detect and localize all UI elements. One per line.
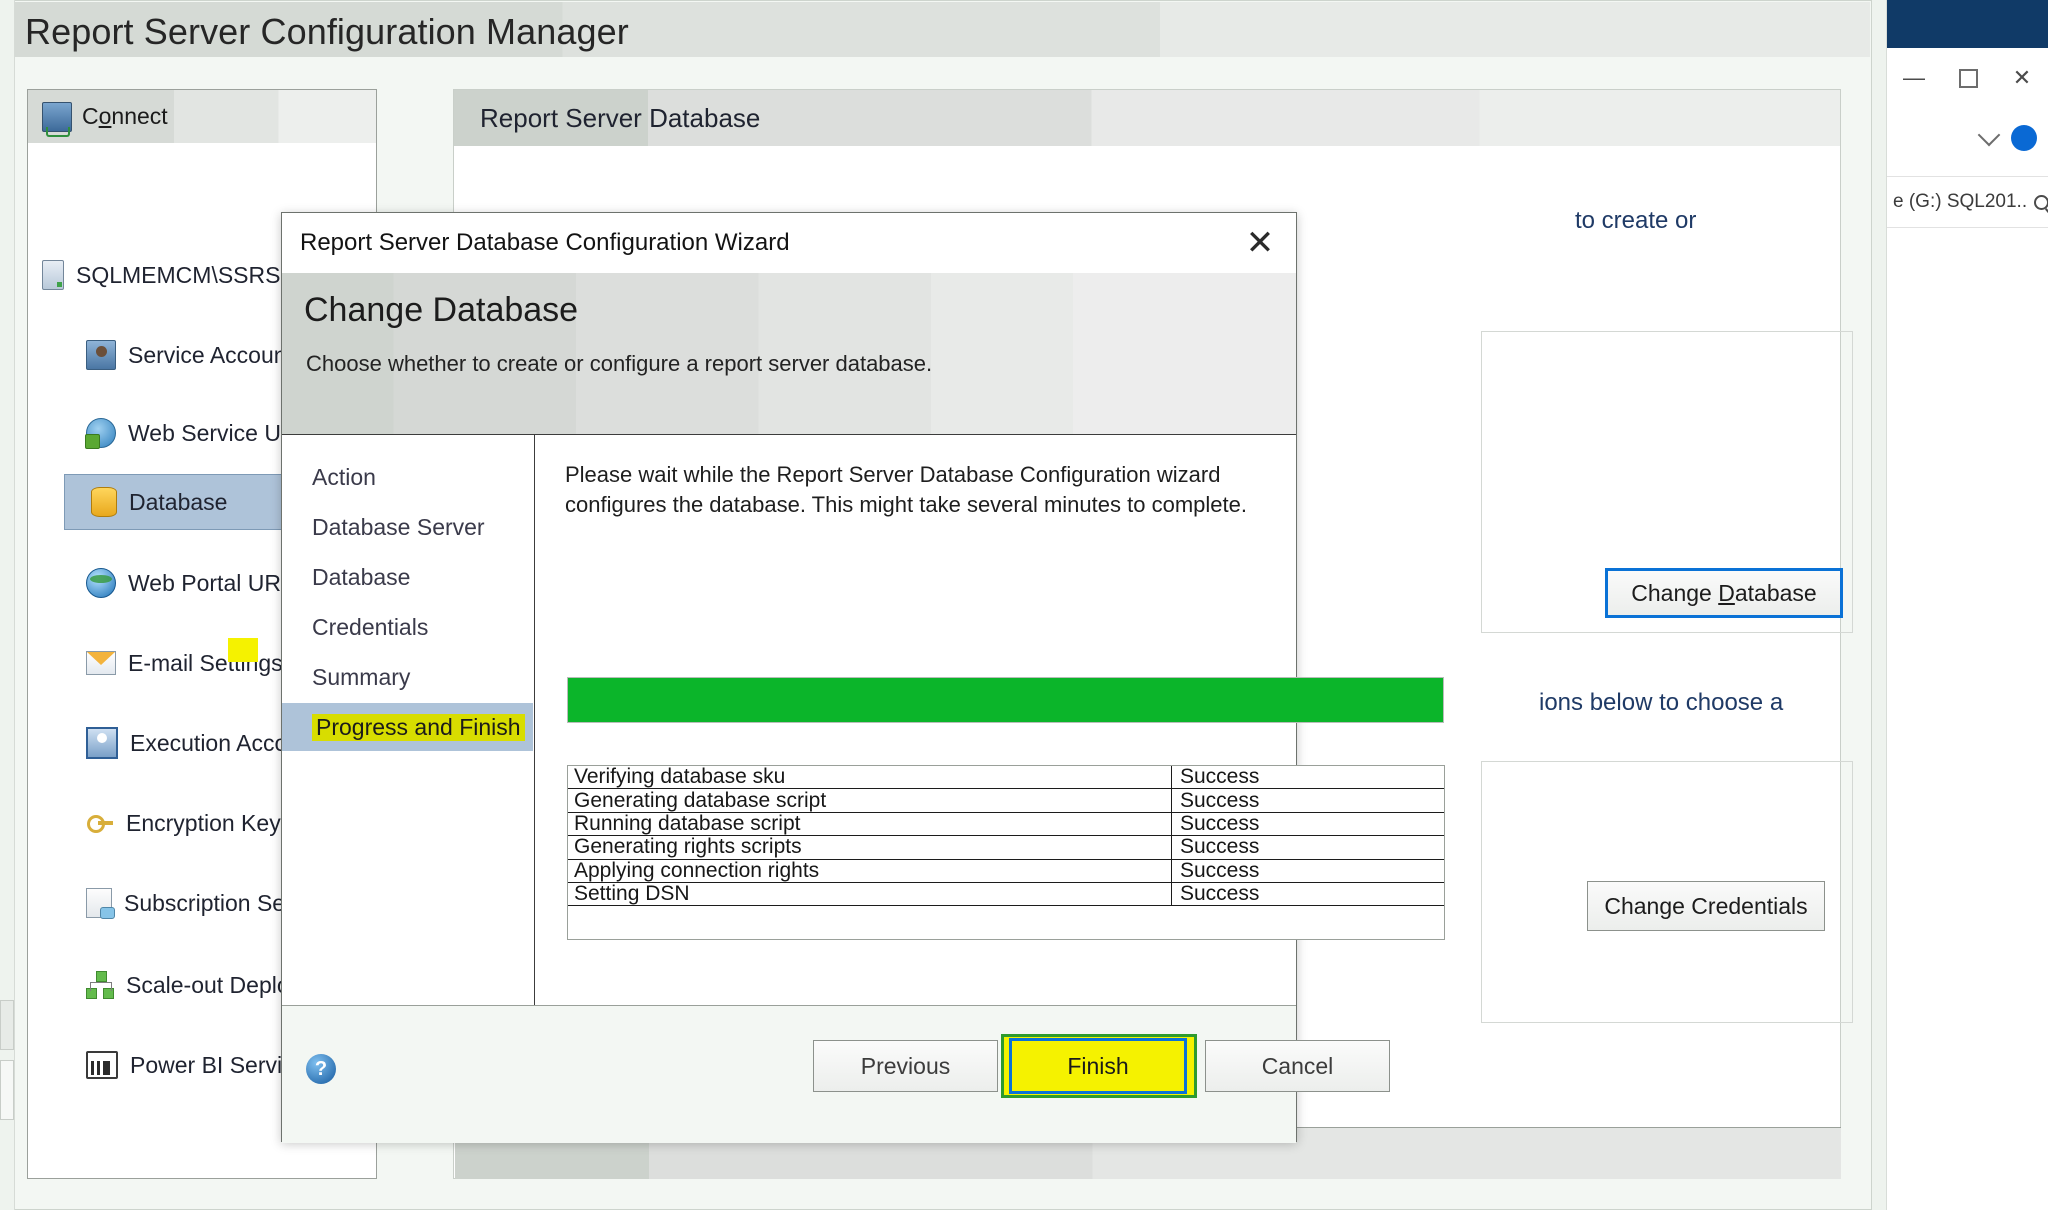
table-row: Verifying database sku Success [568, 765, 1444, 790]
web-service-url-icon [85, 418, 116, 449]
previous-button[interactable]: Previous [813, 1040, 998, 1092]
status-table: Verifying database sku Success Generatin… [567, 765, 1445, 940]
explorer-titlebar [1887, 0, 2048, 48]
wizard-footer: ? Previous Finish Cancel [282, 1005, 1390, 1143]
page-title: Report Server Configuration Manager [25, 11, 629, 52]
task-cell: Setting DSN [568, 882, 1172, 906]
progress-bar [567, 677, 1444, 723]
content-header-label: Report Server Database [480, 102, 761, 133]
change-credentials-button[interactable]: Chan g e Credentials [1587, 881, 1825, 931]
content-section-header: Report Server Database [454, 90, 1840, 146]
left-edge-panel-bottom [0, 1060, 14, 1120]
scale-out-icon [86, 971, 114, 999]
execution-account-icon [86, 727, 118, 759]
wizard-step-database-server[interactable]: Database Server [282, 503, 533, 551]
cancel-button[interactable]: Cancel [1205, 1040, 1390, 1092]
table-row: Running database script Success [568, 811, 1444, 837]
help-icon[interactable]: ? [306, 1054, 336, 1084]
sidebar-item-label: Service Account [128, 341, 293, 368]
status-cell: Success [1180, 835, 1260, 859]
status-cell: Success [1180, 858, 1260, 882]
explorer-ribbon-row [1887, 110, 2048, 166]
wizard-titlebar[interactable]: Report Server Database Configuration Wiz… [282, 213, 1296, 273]
progress-bar-fill [568, 678, 1443, 722]
finish-button[interactable]: Finish [1009, 1038, 1187, 1094]
status-cell: Success [1180, 811, 1260, 835]
close-icon[interactable]: ✕ [2002, 58, 2042, 98]
globe-icon [86, 568, 116, 598]
chevron-down-icon[interactable] [1977, 123, 2001, 146]
wizard-banner: Change Database Choose whether to create… [282, 273, 1296, 435]
task-cell: Verifying database sku [568, 765, 1172, 789]
sidebar-item-label: SQLMEMCM\SSRS [76, 261, 281, 288]
explorer-search-bar[interactable]: e (G:) SQL201... [1887, 176, 2048, 228]
connect-label: Connect [82, 103, 168, 129]
sidebar-item-label: Power BI Service [130, 1051, 307, 1078]
database-icon [91, 487, 117, 517]
mail-icon [86, 651, 116, 675]
server-icon [42, 260, 64, 290]
help-circle-icon[interactable] [2011, 125, 2037, 151]
background-explorer-window[interactable]: — ✕ e (G:) SQL201... [1886, 0, 2048, 1210]
status-cell [1172, 906, 1444, 968]
close-icon[interactable]: ✕ [1230, 219, 1290, 267]
wizard-step-action[interactable]: Action [282, 453, 533, 501]
wizard-instructions: Please wait while the Report Server Data… [565, 462, 1247, 517]
wizard-step-progress-and-finish[interactable]: Progress and Finish [282, 703, 533, 751]
wizard-main-panel: Please wait while the Report Server Data… [535, 435, 1445, 1005]
wizard-step-database[interactable]: Database [282, 553, 533, 601]
task-cell: Applying connection rights [568, 859, 1172, 882]
credentials-description-text: ions below to choose a [1539, 689, 1784, 716]
task-cell: Generating database script [568, 789, 1172, 812]
wizard-title: Report Server Database Configuration Wiz… [300, 229, 790, 256]
step-highlight-marker [228, 638, 258, 662]
wizard-step-credentials[interactable]: Credentials [282, 603, 533, 651]
status-cell: Success [1180, 765, 1260, 789]
wizard-step-list: Action Database Server Database Credenti… [282, 435, 535, 1005]
task-cell [568, 906, 1172, 968]
service-account-icon [86, 340, 116, 370]
sidebar-item-label: Encryption Keys [126, 809, 293, 836]
task-cell: Generating rights scripts [568, 835, 1172, 859]
status-cell: Success [1180, 882, 1260, 906]
table-row-empty [568, 906, 1444, 968]
sidebar-item-label: E-mail Settings [128, 649, 283, 676]
task-cell: Running database script [568, 812, 1172, 836]
key-icon [86, 809, 114, 837]
status-cell: Success [1180, 788, 1260, 812]
table-row: Generating rights scripts Success [568, 835, 1444, 860]
explorer-window-controls: — ✕ [1887, 48, 2048, 108]
change-database-button[interactable]: Chan g e Database [1605, 568, 1843, 618]
minimize-icon[interactable]: — [1894, 58, 1934, 98]
database-description-text: to create or [1575, 207, 1697, 234]
wizard-step-label: Progress and Finish [312, 713, 525, 741]
power-bi-icon [86, 1051, 118, 1079]
sidebar-item-label: Web Portal URL [128, 569, 294, 596]
subscription-icon [86, 888, 115, 919]
maximize-icon[interactable] [1948, 58, 1988, 98]
connect-icon [42, 101, 72, 137]
connect-button[interactable]: Connect [28, 90, 376, 143]
report-server-database-configuration-wizard-dialog: Report Server Database Configuration Wiz… [281, 212, 1445, 1143]
explorer-search-text: e (G:) SQL201... [1893, 191, 2028, 212]
wizard-subheading: Choose whether to create or configure a … [306, 351, 933, 376]
table-row: Setting DSN Success [568, 882, 1444, 907]
search-icon[interactable] [2034, 194, 2048, 210]
sidebar-item-label: Database [129, 488, 228, 515]
wizard-body: Action Database Server Database Credenti… [282, 435, 1445, 1005]
wizard-step-summary[interactable]: Summary [282, 653, 533, 701]
left-edge-panel-top [0, 1000, 14, 1050]
table-row: Applying connection rights Success [568, 858, 1444, 883]
table-row: Generating database script Success [568, 788, 1444, 813]
wizard-heading: Change Database [304, 291, 579, 329]
